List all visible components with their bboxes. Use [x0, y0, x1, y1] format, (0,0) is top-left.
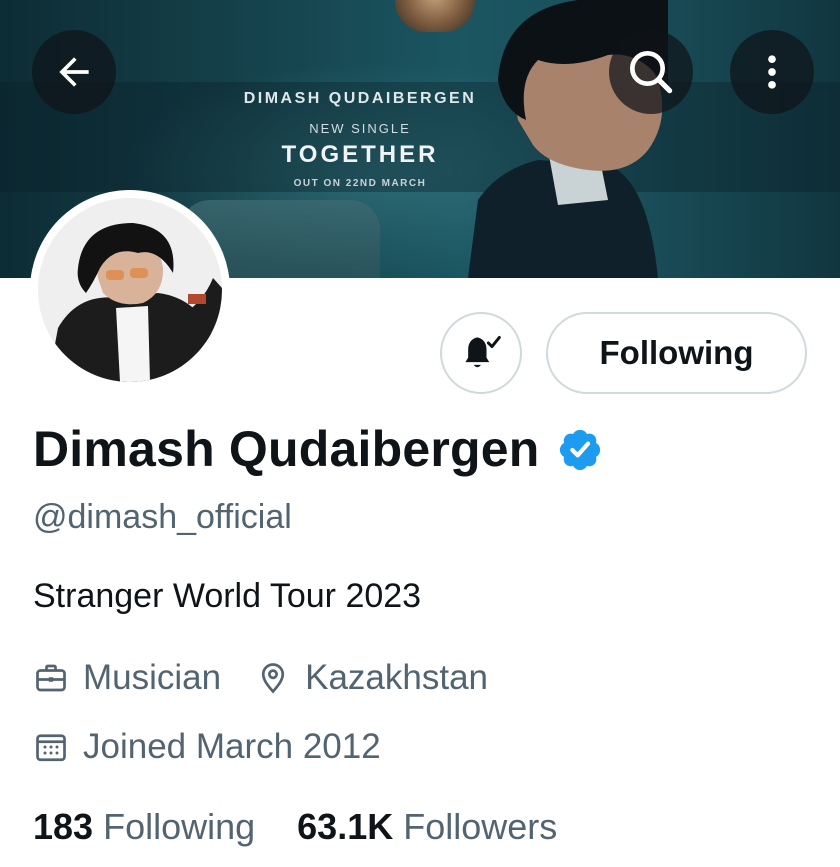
- arrow-left-icon: [59, 57, 89, 87]
- avatar-image: [38, 198, 222, 382]
- verified-badge-icon[interactable]: [557, 426, 603, 472]
- search-icon: [630, 51, 673, 94]
- banner-release-date: OUT ON 22ND MARCH: [293, 178, 427, 189]
- location-pin-icon: [262, 663, 285, 694]
- avatar[interactable]: [30, 190, 230, 390]
- display-name: Dimash Qudaibergen: [33, 421, 540, 477]
- following-count-label: Following: [103, 806, 256, 847]
- calendar-icon: [36, 734, 66, 762]
- location-label: Kazakhstan: [305, 658, 489, 697]
- user-handle: @dimash_official: [33, 498, 292, 536]
- search-button[interactable]: [609, 30, 693, 114]
- banner-subtitle: NEW SINGLE: [309, 121, 411, 136]
- following-count: 183: [33, 806, 94, 847]
- profession-label: Musician: [83, 658, 222, 697]
- notifications-button[interactable]: [440, 312, 522, 394]
- profile-meta-row: Musician Kazakhstan: [33, 658, 488, 698]
- following-button[interactable]: Following: [546, 312, 807, 394]
- joined-row: Joined March 2012: [33, 727, 381, 767]
- followers-count: 63.1K: [297, 806, 394, 847]
- follow-counts: 183 Following 63.1K Followers: [33, 806, 557, 848]
- followers-count-label: Followers: [403, 806, 558, 847]
- more-vertical-icon: [768, 55, 776, 89]
- briefcase-icon: [36, 664, 66, 692]
- banner-artist: DIMASH QUDAIBERGEN: [243, 90, 477, 107]
- more-options-button[interactable]: [730, 30, 814, 114]
- name-row: Dimash Qudaibergen: [33, 420, 603, 478]
- back-button[interactable]: [32, 30, 116, 114]
- followers-link[interactable]: 63.1K Followers: [297, 806, 557, 848]
- joined-date: Joined March 2012: [83, 727, 381, 766]
- bell-checked-icon: [465, 335, 501, 368]
- following-link[interactable]: 183 Following: [33, 806, 255, 848]
- banner-title: TOGETHER: [281, 141, 439, 168]
- bio-text: Stranger World Tour 2023: [33, 577, 422, 615]
